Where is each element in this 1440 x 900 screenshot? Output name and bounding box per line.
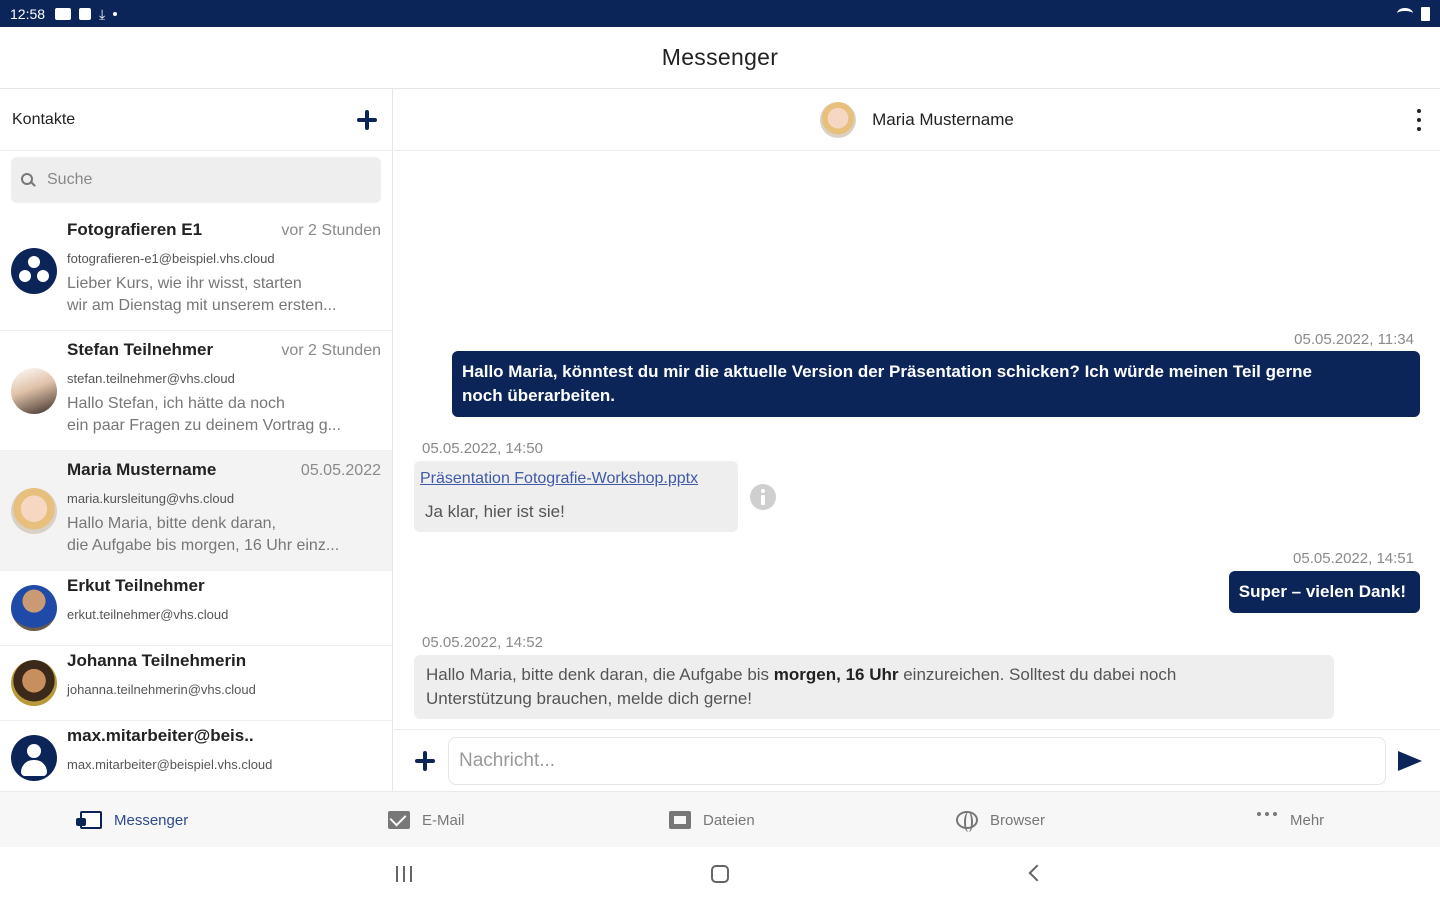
nav-label: Mehr bbox=[1290, 811, 1325, 829]
message-text: Hallo Maria, bitte denk daran, die Aufga… bbox=[426, 665, 774, 684]
contact-name: Fotografieren E1 bbox=[67, 220, 203, 239]
message-timestamp: 05.05.2022, 14:50 bbox=[422, 440, 543, 457]
contact-item-johanna-teilnehmerin[interactable]: Johanna Teilnehmerin johanna.teilnehmeri… bbox=[0, 646, 392, 721]
messenger-icon bbox=[76, 811, 102, 829]
message-outgoing: Super – vielen Dank! bbox=[1228, 571, 1420, 613]
user-placeholder-icon bbox=[11, 735, 57, 781]
chat-header: Maria Mustername bbox=[394, 89, 1440, 151]
contacts-title: Kontakte bbox=[12, 110, 76, 128]
contact-search bbox=[11, 157, 381, 203]
contact-preview: Hallo Maria, bitte denk daran, bbox=[67, 515, 276, 532]
bottom-navigation: Messenger E-Mail Dateien Browser Mehr bbox=[0, 791, 1440, 847]
attachment-link[interactable]: Präsentation Fotografie-Workshop.pptx bbox=[420, 467, 732, 491]
message-text: Hallo Maria, könntest du mir die aktuell… bbox=[462, 362, 1312, 381]
message-input[interactable] bbox=[448, 736, 1386, 785]
contact-name: Erkut Teilnehmer bbox=[67, 576, 205, 595]
message-timestamp: 05.05.2022, 11:34 bbox=[1294, 331, 1414, 348]
more-notifications-icon bbox=[113, 11, 118, 16]
message-text: einzureichen. Solltest du dabei noch bbox=[898, 665, 1177, 684]
battery-icon bbox=[1421, 6, 1430, 21]
send-icon[interactable] bbox=[1398, 750, 1422, 771]
contact-time: 05.05.2022 bbox=[300, 462, 381, 479]
message-text: Ja klar, hier ist sie! bbox=[425, 502, 565, 521]
message-composer bbox=[394, 729, 1440, 791]
system-navigation-bar bbox=[0, 847, 1440, 900]
message-outgoing: Hallo Maria, könntest du mir die aktuell… bbox=[452, 351, 1420, 417]
browser-icon bbox=[956, 811, 978, 832]
message-text: Unterstützung brauchen, melde dich gerne… bbox=[426, 689, 753, 708]
add-contact-button[interactable] bbox=[354, 107, 380, 133]
wifi-icon bbox=[1397, 8, 1413, 19]
nav-browser[interactable]: Browser bbox=[956, 792, 1045, 848]
avatar bbox=[11, 487, 57, 534]
contact-time: vor 2 Stunden bbox=[281, 342, 381, 359]
message-incoming: Präsentation Fotografie-Workshop.pptx Ja… bbox=[414, 461, 738, 532]
download-icon: ⤓ bbox=[99, 5, 106, 22]
notification-icon bbox=[79, 7, 92, 20]
nav-label: Dateien bbox=[703, 811, 755, 829]
contact-name: max.mitarbeiter@beis.. bbox=[67, 726, 254, 745]
app-bar: Messenger bbox=[0, 27, 1440, 89]
contact-preview: Hallo Stefan, ich hätte da noch bbox=[67, 395, 285, 412]
contact-name: Stefan Teilnehmer bbox=[67, 340, 214, 359]
nav-email[interactable]: E-Mail bbox=[388, 792, 465, 848]
message-timestamp: 05.05.2022, 14:51 bbox=[1293, 550, 1414, 567]
contact-item-max-mitarbeiter[interactable]: max.mitarbeiter@beis.. max.mitarbeiter@b… bbox=[0, 721, 392, 791]
message-list: 05.05.2022, 11:34 Hallo Maria, könntest … bbox=[394, 151, 1440, 729]
nav-label: Messenger bbox=[114, 811, 189, 829]
nav-messenger[interactable]: Messenger bbox=[76, 792, 189, 848]
avatar bbox=[11, 660, 57, 706]
nav-files[interactable]: Dateien bbox=[669, 792, 755, 848]
mail-icon bbox=[388, 811, 410, 829]
contact-list: Fotografieren E1 vor 2 Stunden fotografi… bbox=[0, 211, 392, 791]
nav-more[interactable]: Mehr bbox=[1256, 792, 1324, 848]
contact-name: Johanna Teilnehmerin bbox=[67, 651, 247, 670]
app-title: Messenger bbox=[661, 44, 779, 70]
contact-item-stefan-teilnehmer[interactable]: Stefan Teilnehmer vor 2 Stunden stefan.t… bbox=[0, 331, 392, 451]
search-icon bbox=[21, 173, 35, 187]
search-input[interactable] bbox=[47, 171, 347, 189]
nav-label: E-Mail bbox=[422, 811, 465, 829]
files-icon bbox=[669, 811, 691, 829]
nav-label: Browser bbox=[990, 811, 1046, 829]
message-text: noch überarbeiten. bbox=[462, 386, 616, 405]
chat-pane: Maria Mustername 05.05.2022, 11:34 Hallo… bbox=[394, 89, 1440, 791]
contact-preview: ein paar Fragen zu deinem Vortrag g... bbox=[67, 417, 341, 434]
avatar bbox=[11, 367, 57, 414]
back-icon[interactable] bbox=[1028, 864, 1046, 882]
more-options-icon[interactable] bbox=[1414, 107, 1424, 133]
avatar bbox=[11, 585, 57, 631]
message-emphasis: morgen, 16 Uhr bbox=[773, 665, 899, 684]
status-bar: 12:58 ⤓ bbox=[0, 0, 1440, 27]
contact-email: erkut.teilnehmer@vhs.cloud bbox=[67, 607, 229, 622]
info-icon[interactable] bbox=[750, 484, 776, 510]
message-incoming: Hallo Maria, bitte denk daran, die Aufga… bbox=[414, 655, 1334, 719]
notification-icon bbox=[55, 7, 72, 20]
add-attachment-button[interactable] bbox=[414, 750, 436, 772]
contact-email: johanna.teilnehmerin@vhs.cloud bbox=[67, 682, 256, 697]
contact-item-erkut-teilnehmer[interactable]: Erkut Teilnehmer erkut.teilnehmer@vhs.cl… bbox=[0, 571, 392, 646]
contact-email: maria.kursleitung@vhs.cloud bbox=[67, 491, 235, 506]
contact-preview: wir am Dienstag mit unserem ersten... bbox=[67, 297, 337, 314]
contact-email: fotografieren-e1@beispiel.vhs.cloud bbox=[67, 251, 275, 266]
contact-item-fotografieren-e1[interactable]: Fotografieren E1 vor 2 Stunden fotografi… bbox=[0, 211, 392, 331]
contact-time: vor 2 Stunden bbox=[281, 222, 381, 239]
contact-name: Maria Mustername bbox=[67, 460, 217, 479]
contacts-header: Kontakte bbox=[0, 89, 392, 151]
recent-apps-icon[interactable] bbox=[396, 866, 414, 882]
contacts-pane: Kontakte Fotografieren E1 vor 2 Stunden … bbox=[0, 89, 393, 791]
contact-item-maria-mustername[interactable]: Maria Mustername 05.05.2022 maria.kursle… bbox=[0, 451, 392, 571]
group-avatar-icon bbox=[11, 247, 57, 294]
contact-email: stefan.teilnehmer@vhs.cloud bbox=[67, 371, 235, 386]
contact-email: max.mitarbeiter@beispiel.vhs.cloud bbox=[67, 757, 273, 772]
home-icon[interactable] bbox=[711, 865, 729, 883]
chat-partner-name[interactable]: Maria Mustername bbox=[872, 110, 1014, 130]
chat-partner-avatar[interactable] bbox=[820, 101, 857, 138]
message-timestamp: 05.05.2022, 14:52 bbox=[422, 634, 543, 651]
contact-preview: Lieber Kurs, wie ihr wisst, starten bbox=[67, 275, 302, 292]
status-time: 12:58 bbox=[10, 5, 46, 22]
contact-preview: die Aufgabe bis morgen, 16 Uhr einz... bbox=[67, 537, 340, 554]
message-text: Super – vielen Dank! bbox=[1238, 582, 1406, 601]
more-icon bbox=[1256, 811, 1278, 829]
